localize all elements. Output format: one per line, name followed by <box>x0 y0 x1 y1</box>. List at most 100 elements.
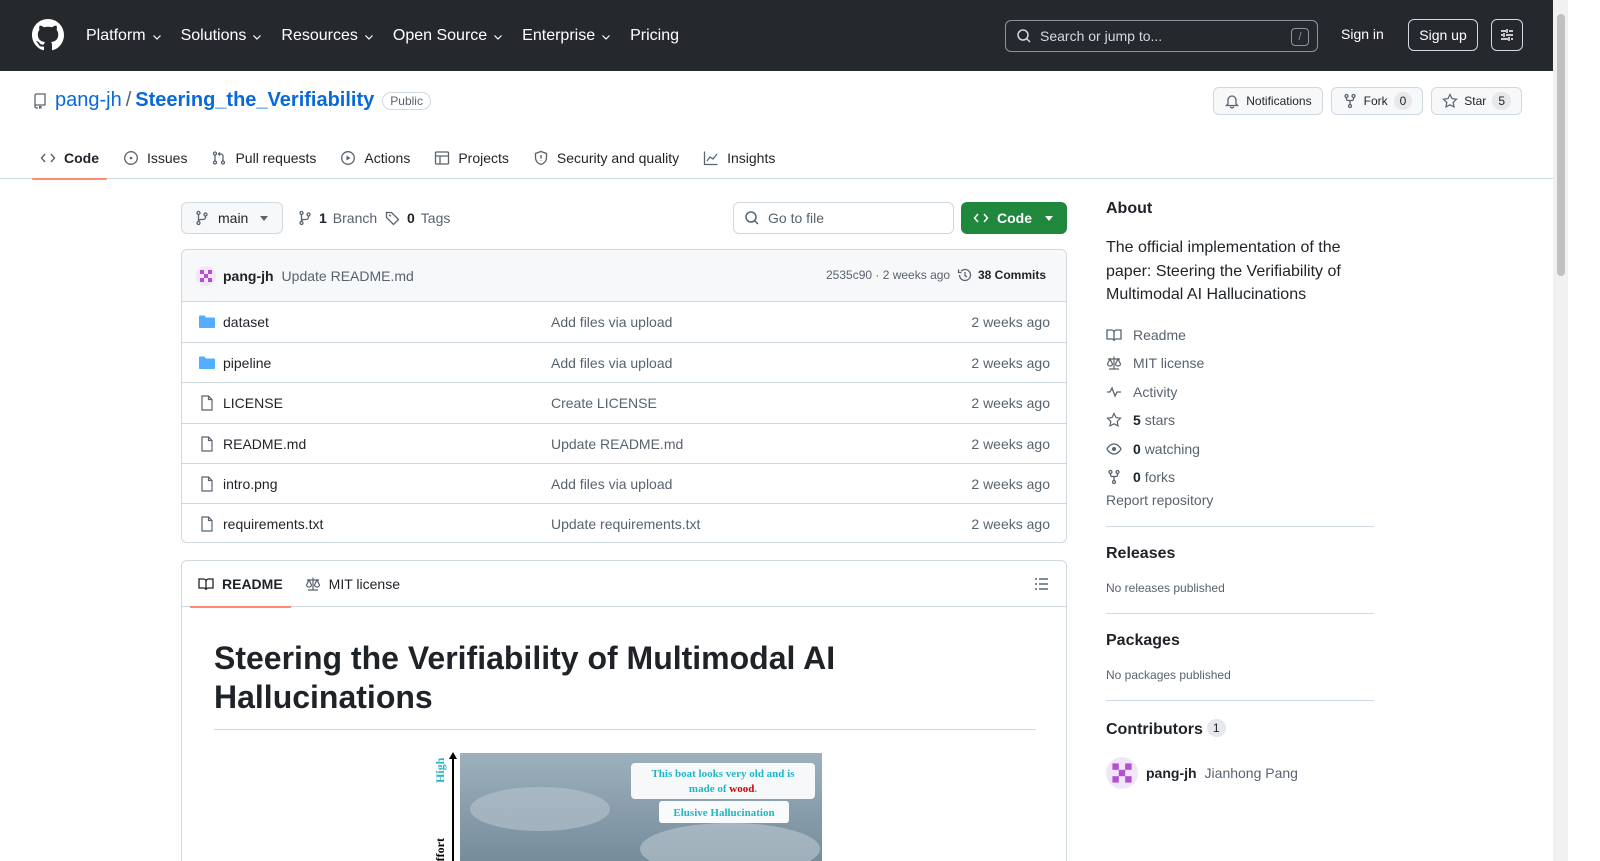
activity-link[interactable]: Activity <box>1106 378 1374 407</box>
code-dropdown-button[interactable]: Code <box>961 202 1067 234</box>
bell-icon <box>1225 95 1240 109</box>
scrollbar-thumb[interactable] <box>1557 14 1565 276</box>
nav-enterprise[interactable]: Enterprise <box>522 27 612 45</box>
branch-selector[interactable]: main <box>181 202 283 234</box>
tab-pull-requests[interactable]: Pull requests <box>203 137 324 179</box>
file-commit-message[interactable]: Update requirements.txt <box>551 516 700 532</box>
table-icon <box>435 151 450 165</box>
releases-section: Releases No releases published <box>1106 525 1374 595</box>
file-name-link[interactable]: README.md <box>223 436 306 452</box>
appearance-settings-button[interactable] <box>1491 19 1523 51</box>
branch-bar: main 1 Branch 0 Tags Go to file Code <box>181 202 1067 234</box>
go-to-file-input[interactable]: Go to file <box>733 202 954 234</box>
chevron-down-icon <box>602 35 611 40</box>
nav-pricing[interactable]: Pricing <box>630 27 679 45</box>
file-commit-message[interactable]: Add files via upload <box>551 476 672 492</box>
commit-sha-time[interactable]: 2535c90 · 2 weeks ago <box>826 268 950 282</box>
file-name-link[interactable]: requirements.txt <box>223 516 323 532</box>
repo-sidebar: About The official implementation of the… <box>1106 200 1374 789</box>
file-list: dataset Add files via upload 2 weeks ago pi… <box>182 302 1066 542</box>
tab-projects[interactable]: Projects <box>426 137 517 179</box>
license-tab[interactable]: MIT license <box>297 561 408 607</box>
github-logo-icon[interactable] <box>32 19 64 51</box>
watchers-link[interactable]: 0 watching <box>1106 435 1374 464</box>
book-icon <box>1106 329 1122 341</box>
tab-security[interactable]: Security and quality <box>525 137 687 179</box>
avatar <box>1106 756 1138 789</box>
branches-link[interactable]: 1 Branch <box>297 210 377 226</box>
license-link[interactable]: MIT license <box>1106 349 1374 378</box>
sign-in-link[interactable]: Sign in <box>1341 26 1384 42</box>
file-name-link[interactable]: intro.png <box>223 476 277 492</box>
latest-commit-bar: pang-jh Update README.md 2535c90 · 2 wee… <box>182 250 1066 302</box>
forks-link[interactable]: 0 forks <box>1106 463 1374 492</box>
tab-issues[interactable]: Issues <box>115 137 195 179</box>
file-row[interactable]: requirements.txt Update requirements.txt 2… <box>182 502 1066 542</box>
sign-up-button[interactable]: Sign up <box>1408 19 1478 51</box>
file-icon <box>201 395 213 411</box>
contributors-section: Contributors 1 pang-jh Jianhong Pang <box>1106 699 1374 789</box>
file-commit-message[interactable]: Add files via upload <box>551 355 672 371</box>
report-repository-link[interactable]: Report repository <box>1106 492 1213 508</box>
issue-opened-icon <box>124 151 138 165</box>
commit-author-link[interactable]: pang-jh <box>223 268 274 284</box>
figure-bubble-line-1: This boat looks very old and is <box>651 768 795 780</box>
stars-link[interactable]: 5 stars <box>1106 406 1374 435</box>
file-row[interactable]: pipeline Add files via upload 2 weeks ago <box>182 342 1066 382</box>
search-icon <box>1017 29 1031 43</box>
chevron-down-icon <box>253 35 262 40</box>
code-icon <box>40 153 56 163</box>
repo-forked-icon <box>1343 93 1356 109</box>
file-name-link[interactable]: pipeline <box>223 355 271 371</box>
code-icon <box>973 213 989 223</box>
readme-link[interactable]: Readme <box>1106 321 1374 350</box>
releases-heading[interactable]: Releases <box>1106 545 1374 563</box>
packages-heading[interactable]: Packages <box>1106 632 1374 650</box>
repo-name-link[interactable]: Steering_the_Verifiability <box>135 89 374 112</box>
global-search-input[interactable]: Search or jump to... / <box>1005 20 1318 52</box>
contributors-heading[interactable]: Contributors 1 <box>1106 718 1374 739</box>
commit-message-link[interactable]: Update README.md <box>282 268 414 284</box>
avatar[interactable] <box>196 265 216 286</box>
file-row[interactable]: dataset Add files via upload 2 weeks ago <box>182 302 1066 342</box>
fork-button[interactable]: Fork 0 <box>1330 87 1424 115</box>
file-commit-message[interactable]: Create LICENSE <box>551 395 657 411</box>
fork-count: 0 <box>1393 92 1413 110</box>
page-scrollbar[interactable] <box>1553 0 1568 861</box>
file-commit-message[interactable]: Add files via upload <box>551 314 672 330</box>
contributor-item[interactable]: pang-jh Jianhong Pang <box>1106 756 1374 789</box>
readme-tab[interactable]: README <box>190 561 291 608</box>
nav-resources[interactable]: Resources <box>281 27 374 45</box>
tab-actions[interactable]: Actions <box>332 137 418 179</box>
nav-open-source[interactable]: Open Source <box>393 27 504 45</box>
releases-empty: No releases published <box>1106 580 1225 595</box>
chevron-down-icon <box>364 35 373 40</box>
list-unordered-icon[interactable] <box>1034 576 1050 592</box>
repo-owner-link[interactable]: pang-jh <box>55 89 122 112</box>
repo-header: pang-jh / Steering_the_Verifiability Pub… <box>0 71 1568 180</box>
commits-history-link[interactable]: 38 Commits <box>957 267 1046 283</box>
contributor-fullname: Jianhong Pang <box>1204 764 1298 781</box>
file-row[interactable]: README.md Update README.md 2 weeks ago <box>182 422 1066 463</box>
tags-link[interactable]: 0 Tags <box>385 210 450 226</box>
file-commit-time: 2 weeks ago <box>971 475 1050 492</box>
notifications-button[interactable]: Notifications <box>1213 87 1323 115</box>
file-commit-time: 2 weeks ago <box>971 355 1050 372</box>
nav-platform[interactable]: Platform <box>86 27 163 45</box>
figure-tag: Elusive Hallucination <box>673 807 774 819</box>
about-heading: About <box>1106 200 1153 217</box>
file-commit-message[interactable]: Update README.md <box>551 436 683 452</box>
file-name-link[interactable]: LICENSE <box>223 395 283 411</box>
file-name-link[interactable]: dataset <box>223 314 269 330</box>
tab-code[interactable]: Code <box>32 137 107 180</box>
folder-icon <box>199 315 215 328</box>
caret-down-icon <box>1045 216 1053 221</box>
tab-insights[interactable]: Insights <box>695 137 783 179</box>
global-nav: Platform Solutions Resources Open Source… <box>86 0 697 71</box>
book-icon <box>198 577 214 590</box>
nav-solutions[interactable]: Solutions <box>181 27 264 45</box>
star-button[interactable]: Star 5 <box>1431 87 1522 115</box>
git-branch-icon <box>299 210 311 226</box>
file-row[interactable]: intro.png Add files via upload 2 weeks ago <box>182 462 1066 503</box>
file-row[interactable]: LICENSE Create LICENSE 2 weeks ago <box>182 382 1066 422</box>
